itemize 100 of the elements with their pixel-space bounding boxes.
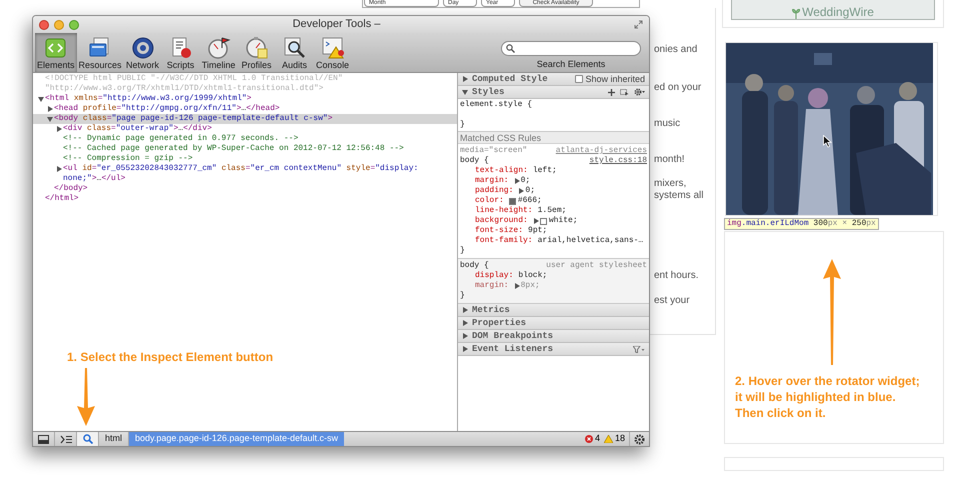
expanded-triangle-icon[interactable] <box>462 89 468 95</box>
section-header[interactable]: DOM Breakpoints <box>458 330 649 343</box>
collapsed-triangle-icon[interactable] <box>532 218 539 224</box>
tree-row[interactable]: <div class="outer-wrap">…</div> <box>33 124 457 134</box>
toolbar-tab[interactable]: Audits <box>276 33 314 72</box>
code-line: "http://www.w3.org/TR/xhtml1/DTD/xhtml1-transitional.dtd"> <box>45 84 324 94</box>
css-property[interactable]: color: #666; <box>460 196 647 206</box>
section-header[interactable]: Styles <box>458 86 649 99</box>
search-field[interactable] <box>501 41 641 56</box>
warning-icon <box>604 435 613 443</box>
code-line: <!DOCTYPE html PUBLIC "-//W3C//DTD XHTML 1.0 Transitional//EN" <box>45 74 343 84</box>
collapsed-triangle-icon[interactable] <box>462 320 468 326</box>
rule-brace: } <box>460 291 465 301</box>
toolbar-tab[interactable]: Profiles <box>238 33 276 72</box>
code-line: <html xmlns="http://www.w3.org/1999/xhtml"> <box>45 94 252 104</box>
filter-icon[interactable] <box>633 346 645 352</box>
fullscreen-icon[interactable] <box>634 20 643 29</box>
toolbar-tab[interactable]: Resources <box>76 33 124 72</box>
section-title: Metrics <box>472 305 510 315</box>
error-icon <box>584 435 593 443</box>
color-swatch[interactable] <box>540 218 547 224</box>
css-property[interactable]: padding: 0; <box>460 186 647 196</box>
collapsed-triangle-icon[interactable] <box>47 106 53 112</box>
tree-row[interactable]: none;">…</ul> <box>33 174 457 184</box>
css-property[interactable]: background: white; <box>460 216 647 226</box>
paragraph-fragment: ent hours. <box>654 270 700 282</box>
collapsed-triangle-icon[interactable] <box>56 166 62 172</box>
section-header[interactable]: Properties <box>458 317 649 330</box>
close-button[interactable] <box>39 20 49 30</box>
tree-row[interactable]: <!-- Dynamic page generated in 0.977 seconds. --> <box>33 134 457 144</box>
css-property[interactable]: font-family: arial,helvetica,sans-… <box>460 236 647 246</box>
tree-row[interactable]: <ul id="er_05523202843032777_cm" class="er_cm contextMenu" style="display: <box>33 164 457 174</box>
css-property[interactable]: font-size: 9pt; <box>460 226 647 236</box>
section-header[interactable]: Metrics <box>458 304 649 317</box>
tree-row[interactable]: <html xmlns="http://www.w3.org/1999/xhtml"> <box>33 94 457 104</box>
source-link[interactable]: atlanta-dj-services <box>556 146 647 156</box>
console-warning-icon <box>320 36 345 60</box>
element-state-icon[interactable] <box>620 88 629 96</box>
error-count: 4 <box>594 432 600 446</box>
magnifier-icon <box>282 36 307 60</box>
collapsed-triangle-icon[interactable] <box>514 283 520 289</box>
toolbar-tab[interactable]: Scripts <box>162 33 200 72</box>
logo-text: WeddingWire <box>802 6 874 19</box>
rule-brace: } <box>460 120 465 130</box>
plus-icon[interactable] <box>608 88 615 96</box>
tree-row[interactable]: <body class="page page-id-126 page-template-default c-sw"> <box>33 114 457 124</box>
source-link[interactable]: style.css:18 <box>589 156 647 166</box>
toolbar-tab[interactable]: Network <box>124 33 162 72</box>
console-prompt-icon <box>60 434 72 444</box>
tree-row[interactable]: <head profile="http://gmpg.org/xfn/11">…</head> <box>33 104 457 114</box>
expanded-triangle-icon[interactable] <box>38 96 44 102</box>
paragraph-fragment: est your <box>654 295 691 307</box>
collapsed-triangle-icon[interactable] <box>462 76 468 82</box>
toolbar-tab[interactable]: Timeline <box>200 33 238 72</box>
section-title: DOM Breakpoints <box>472 331 554 341</box>
code-line: </body> <box>54 184 88 194</box>
tree-row[interactable]: <!-- Cached page generated by WP-Super-Cache on 2012-07-12 12:56:48 --> <box>33 144 457 154</box>
section-title: Styles <box>472 87 504 97</box>
rule-selector: body { <box>460 156 489 166</box>
show-inherited-checkbox[interactable]: Show inherited <box>575 74 645 84</box>
search-icon <box>82 434 92 444</box>
tree-row[interactable]: <!-- Compression = gzip --> <box>33 154 457 164</box>
collapsed-triangle-icon[interactable] <box>514 178 520 184</box>
paragraph-fragment: onies and <box>654 44 698 56</box>
dock-icon <box>38 434 49 444</box>
css-property[interactable]: margin: 0; <box>460 176 647 186</box>
paragraph-fragment: mixers, systems all <box>654 178 704 202</box>
section-header[interactable]: Computed Style Show inherited <box>458 73 649 86</box>
paragraph-fragment: month! <box>654 154 686 166</box>
instruction-text: 2. Hover over the rotator widget; it will be highlighted in blue. Then click on it. <box>735 373 920 421</box>
rule-brace: } <box>460 246 465 256</box>
zoom-button[interactable] <box>69 20 79 30</box>
code-line: <ul id="er_05523202843032777_cm" class="er_cm contextMenu" style="display: <box>63 164 418 174</box>
collapsed-triangle-icon[interactable] <box>462 346 468 352</box>
color-swatch[interactable] <box>508 198 516 204</box>
css-property[interactable]: display: block; <box>460 271 647 281</box>
css-property[interactable]: margin: 8px; <box>460 281 647 291</box>
css-property[interactable]: line-height: 1.5em; <box>460 206 647 216</box>
collapsed-triangle-icon[interactable] <box>518 188 524 194</box>
code-line: <!-- Dynamic page generated in 0.977 seconds. --> <box>63 134 298 144</box>
search-icon <box>506 44 515 53</box>
rule-selector: element.style { <box>460 100 534 110</box>
globe-icon <box>130 36 155 60</box>
collapsed-triangle-icon[interactable] <box>462 333 468 339</box>
code-line: </html> <box>45 194 79 204</box>
toolbar-tab[interactable]: Console <box>314 33 352 72</box>
collapsed-triangle-icon[interactable] <box>56 126 62 132</box>
expanded-triangle-icon[interactable] <box>47 116 53 122</box>
toolbar-tab[interactable]: Elements <box>35 33 77 72</box>
section-title: Event Listeners <box>472 344 554 354</box>
warning-count: 18 <box>614 432 625 446</box>
css-property[interactable]: text-align: left; <box>460 166 647 176</box>
code-line: <div class="outer-wrap">…</div> <box>63 124 212 134</box>
settings-icon[interactable] <box>634 88 645 96</box>
settings-icon <box>634 434 645 444</box>
section-header[interactable]: Event Listeners <box>458 343 649 356</box>
code-line: <head profile="http://gmpg.org/xfn/11">…</head> <box>54 104 280 114</box>
collapsed-triangle-icon[interactable] <box>462 307 468 313</box>
status-bar-button[interactable] <box>77 432 99 446</box>
code-line: <body class="page page-id-126 page-template-default c-sw"> <box>54 114 332 124</box>
